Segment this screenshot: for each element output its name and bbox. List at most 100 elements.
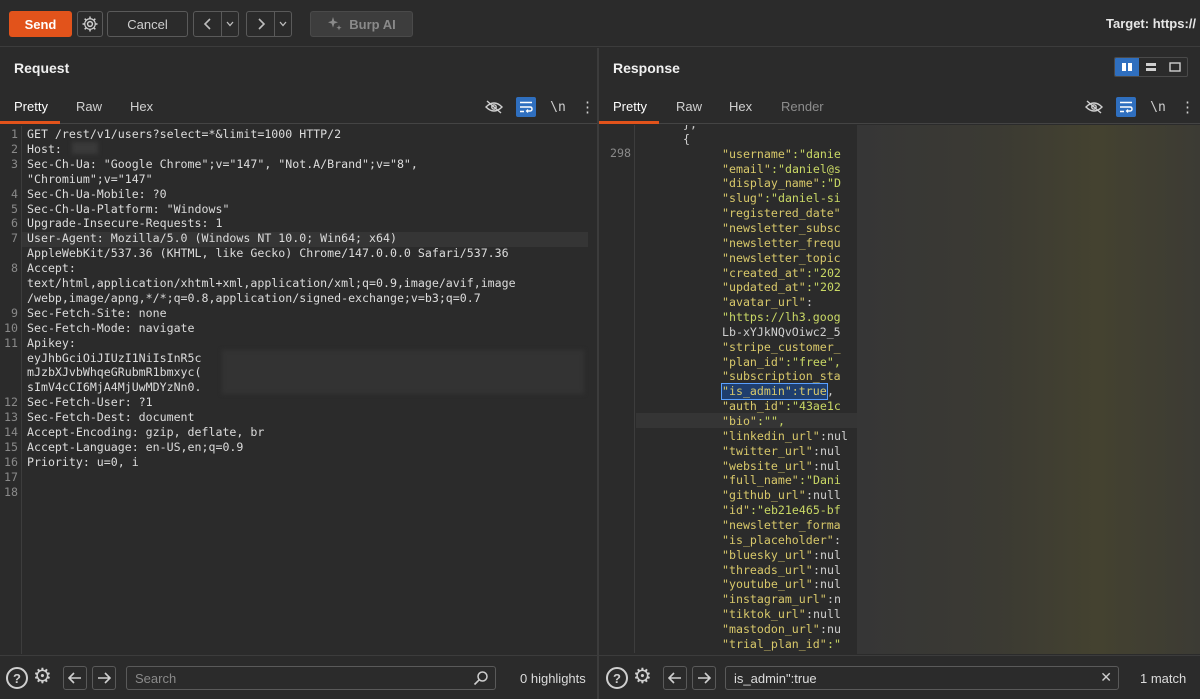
json-value: :"free", bbox=[785, 354, 841, 369]
json-value: :nul bbox=[813, 577, 841, 592]
line-text: Priority: u=0, i bbox=[27, 454, 139, 469]
chevron-down-icon bbox=[226, 21, 234, 27]
eye-slash-icon bbox=[1085, 100, 1103, 114]
active-tab-indicator bbox=[0, 121, 60, 124]
line-number: 13 bbox=[4, 410, 18, 425]
search-settings-gear-icon[interactable]: ⚙ bbox=[633, 666, 652, 688]
line-text: "Chromium";v="147" bbox=[27, 171, 153, 186]
json-key: "threads_url" bbox=[722, 562, 813, 577]
request-search-input[interactable]: Search bbox=[126, 666, 496, 690]
target-label: Target: https:// bbox=[1106, 16, 1197, 31]
settings-gear-button[interactable] bbox=[77, 11, 103, 37]
json-key: "newsletter_forma bbox=[722, 517, 841, 532]
search-settings-gear-icon[interactable]: ⚙ bbox=[33, 666, 52, 688]
chevron-left-icon bbox=[203, 18, 211, 30]
line-number-gutter bbox=[599, 125, 635, 653]
show-newlines-button[interactable]: \n bbox=[548, 97, 568, 117]
search-placeholder: Search bbox=[135, 670, 177, 686]
tab-hex[interactable]: Hex bbox=[729, 99, 752, 114]
more-options-icon[interactable]: ⋮ bbox=[1180, 100, 1195, 115]
json-key: "newsletter_topic bbox=[722, 250, 841, 265]
gear-icon bbox=[82, 16, 98, 32]
more-options-icon[interactable]: ⋮ bbox=[580, 100, 595, 115]
json-value: { bbox=[683, 131, 690, 146]
back-history-dropdown[interactable] bbox=[222, 12, 238, 36]
columns-icon bbox=[1122, 63, 1132, 71]
json-key: "trial_plan_id" bbox=[722, 636, 827, 651]
line-number: 14 bbox=[4, 425, 18, 439]
previous-match-button[interactable] bbox=[63, 666, 87, 690]
line-number: 8 bbox=[11, 261, 18, 276]
hide-nonprintable-button[interactable] bbox=[484, 97, 504, 117]
clear-search-icon[interactable]: ✕ bbox=[1100, 669, 1112, 686]
response-search-input[interactable]: is_admin":true ✕ bbox=[725, 666, 1119, 690]
next-match-button[interactable] bbox=[692, 666, 716, 690]
line-text: Sec-Fetch-User: ?1 bbox=[27, 395, 153, 410]
previous-match-button[interactable] bbox=[663, 666, 687, 690]
response-view-tools: \n ⋮ bbox=[1084, 97, 1195, 117]
line-text: Sec-Ch-Ua: "Google Chrome";v="147", "Not… bbox=[27, 156, 418, 171]
send-button[interactable]: Send bbox=[9, 11, 72, 37]
json-key: "id" bbox=[722, 503, 750, 518]
tab-raw[interactable]: Raw bbox=[76, 99, 102, 114]
tab-pretty[interactable]: Pretty bbox=[613, 99, 647, 114]
sparkle-icon bbox=[328, 17, 342, 31]
tab-render[interactable]: Render bbox=[781, 99, 824, 114]
tab-raw[interactable]: Raw bbox=[676, 99, 702, 114]
line-text: Upgrade-Insecure-Requests: 1 bbox=[27, 216, 223, 231]
json-value: :nul bbox=[813, 562, 841, 577]
show-newlines-button[interactable]: \n bbox=[1148, 97, 1168, 117]
line-number: 1 bbox=[11, 127, 18, 141]
json-value: :"eb21e465-bf bbox=[750, 503, 841, 518]
tab-pretty[interactable]: Pretty bbox=[14, 99, 48, 114]
search-icon bbox=[473, 670, 489, 689]
line-text: Accept-Language: en-US,en;q=0.9 bbox=[27, 439, 244, 454]
layout-toggle-group bbox=[1114, 57, 1188, 77]
word-wrap-toggle[interactable] bbox=[516, 97, 536, 117]
request-line: text/html,application/xhtml+xml,applicat… bbox=[0, 276, 597, 291]
line-number: 18 bbox=[4, 484, 18, 499]
json-key: "is_placeholder" bbox=[722, 532, 834, 547]
line-text: /webp,image/apng,*/*;q=0.8,application/s… bbox=[27, 290, 481, 305]
forward-history-dropdown[interactable] bbox=[275, 12, 291, 36]
layout-tabbed-button[interactable] bbox=[1163, 58, 1187, 76]
tab-hex[interactable]: Hex bbox=[130, 99, 153, 114]
request-line: /webp,image/apng,*/*;q=0.8,application/s… bbox=[0, 291, 597, 306]
forward-arrow-button[interactable] bbox=[247, 12, 275, 36]
json-key: "stripe_customer_ bbox=[722, 339, 841, 354]
request-line: 18 bbox=[0, 485, 597, 500]
json-value: :nul bbox=[813, 443, 841, 458]
json-key: "auth_id" bbox=[722, 399, 785, 414]
help-icon[interactable]: ? bbox=[606, 667, 628, 689]
next-match-button[interactable] bbox=[92, 666, 116, 690]
chevron-right-icon bbox=[257, 18, 265, 30]
json-key: "avatar_url" bbox=[722, 295, 806, 310]
json-value: :"danie bbox=[792, 146, 841, 161]
word-wrap-toggle[interactable] bbox=[1116, 97, 1136, 117]
line-number: 3 bbox=[11, 156, 18, 171]
line-text: Accept-Encoding: gzip, deflate, br bbox=[27, 425, 265, 439]
json-value: :"daniel@s bbox=[771, 161, 841, 176]
arrow-right-icon bbox=[98, 672, 111, 684]
back-arrow-button[interactable] bbox=[194, 12, 222, 36]
json-key: "registered_date" bbox=[722, 206, 841, 221]
arrow-left-icon bbox=[68, 672, 81, 684]
rows-icon bbox=[1146, 63, 1156, 71]
json-key: "username" bbox=[722, 146, 792, 161]
cancel-button[interactable]: Cancel bbox=[107, 11, 188, 37]
help-icon[interactable]: ? bbox=[6, 667, 28, 689]
wrap-lines-icon bbox=[520, 101, 533, 113]
json-value: :"D bbox=[820, 176, 841, 191]
request-editor[interactable]: 1 GET /rest/v1/users?select=*&limit=1000 … bbox=[0, 126, 597, 654]
hide-nonprintable-button[interactable] bbox=[1084, 97, 1104, 117]
json-value: "https://lh3.goog bbox=[722, 310, 841, 325]
layout-side-by-side-button[interactable] bbox=[1115, 58, 1139, 76]
highlights-count: 0 highlights bbox=[520, 671, 586, 686]
json-key: "full_name" bbox=[722, 473, 799, 488]
request-line: 17 bbox=[0, 470, 597, 485]
line-number: 15 bbox=[4, 439, 18, 454]
layout-stacked-button[interactable] bbox=[1139, 58, 1163, 76]
line-text: Sec-Ch-Ua-Platform: "Windows" bbox=[27, 201, 230, 216]
burp-ai-button[interactable]: Burp AI bbox=[310, 11, 413, 37]
json-key: "youtube_url" bbox=[722, 577, 813, 592]
